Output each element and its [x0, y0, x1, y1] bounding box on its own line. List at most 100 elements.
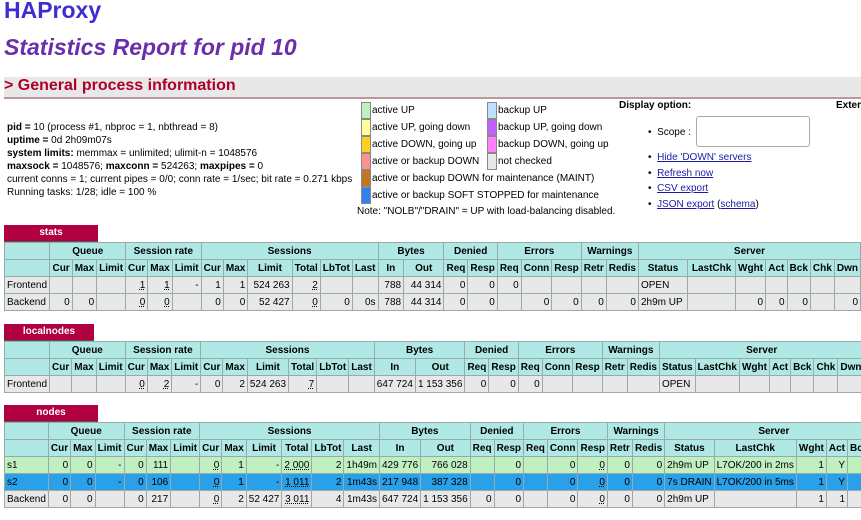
table-cell	[94, 490, 125, 508]
table-cell: 111	[145, 456, 172, 474]
table-cell: 1	[795, 456, 827, 474]
table-cell: -	[94, 456, 125, 474]
table-cell: 429 776	[378, 456, 422, 474]
column-header	[3, 259, 51, 277]
group-header: Sessions	[200, 242, 379, 260]
group-header: Denied	[469, 422, 525, 440]
legend-label: active UP, going down	[372, 122, 471, 133]
column-header: Retr	[580, 259, 607, 277]
table-cell: 0	[631, 473, 666, 491]
column-header-row: Cur Max Limit Cur Max Limit Cur Max Limit Total Lb…	[3, 259, 861, 277]
table-row: Frontend 1 1-1 1 524 263 2 788 44 314 0 0 0 OPEN	[3, 276, 861, 294]
table-cell: 0	[70, 456, 96, 474]
table-cell: 0	[467, 293, 498, 311]
row-label[interactable]: s1	[4, 456, 49, 474]
table-cell	[687, 293, 737, 311]
table-cell: 0	[493, 456, 525, 474]
table-cell: 0	[577, 473, 608, 491]
table-cell: 44 314	[403, 276, 445, 294]
column-header: Limit	[247, 259, 293, 277]
column-header: Dwn	[833, 259, 861, 277]
table-cell: 0	[47, 473, 72, 491]
csv-export-link[interactable]: CSV export	[657, 183, 708, 194]
table-cell	[790, 375, 815, 393]
column-header: Cur	[49, 358, 73, 376]
table-cell: 0	[147, 293, 173, 311]
row-label[interactable]: s2	[4, 473, 49, 491]
column-header: Limit	[245, 439, 283, 457]
column-header: Resp	[488, 358, 519, 376]
row-label[interactable]: Frontend	[3, 276, 51, 294]
table-cell: 0	[605, 293, 639, 311]
haproxy-logo[interactable]: HAProxy	[4, 0, 101, 24]
table-cell: 0	[847, 490, 861, 508]
column-header: Cur	[47, 439, 72, 457]
table-cell	[626, 375, 660, 393]
column-header: Req	[469, 439, 495, 457]
table-cell: 2h9m UP	[664, 490, 715, 508]
table-cell	[351, 276, 379, 294]
group-header: Warnings	[580, 242, 639, 260]
proxy-name-stats[interactable]: stats	[4, 225, 98, 242]
row-label[interactable]: Backend	[3, 293, 51, 311]
group-header: Errors	[496, 242, 582, 260]
proxy-name-nodes[interactable]: nodes	[4, 405, 98, 422]
table-cell: -	[847, 473, 861, 491]
schema-link[interactable]: schema	[720, 199, 755, 210]
table-cell: 1	[222, 276, 249, 294]
table-cell: L7OK/200 in 5ms	[713, 473, 797, 491]
table-cell: 1	[825, 490, 849, 508]
column-header: LbTot	[316, 358, 350, 376]
column-header: Limit	[170, 439, 201, 457]
table-cell	[523, 473, 548, 491]
table-cell: 0	[71, 293, 98, 311]
column-header: Conn	[541, 358, 574, 376]
group-header	[3, 242, 51, 260]
table-cell: 0	[833, 293, 861, 311]
table-cell: 0	[70, 490, 96, 508]
group-header: Session rate	[124, 341, 202, 359]
proxy-table-stats: Queue Session rate Sessions Bytes Denied Erro…	[3, 242, 861, 311]
column-header: Cur	[200, 259, 224, 277]
row-label[interactable]: Frontend	[3, 375, 51, 393]
table-cell	[71, 276, 98, 294]
table-cell: 0	[443, 276, 469, 294]
table-cell: 0	[199, 473, 223, 491]
table-cell: 788	[377, 276, 405, 294]
column-header: LastChk	[713, 439, 797, 457]
table-cell	[809, 276, 835, 294]
table-cell	[319, 276, 353, 294]
column-header: Wght	[738, 358, 770, 376]
table-cell	[833, 276, 861, 294]
scope-input[interactable]	[696, 116, 810, 147]
column-header	[4, 439, 49, 457]
table-cell: -	[245, 456, 283, 474]
table-cell: 0	[493, 490, 525, 508]
json-export-link[interactable]: JSON export	[657, 199, 714, 210]
refresh-option: • Refresh now	[648, 168, 714, 179]
table-cell	[572, 375, 603, 393]
table-cell: 0	[200, 375, 224, 393]
row-label[interactable]: Backend	[4, 490, 49, 508]
column-header: Cur	[49, 259, 73, 277]
proxy-table-nodes: Queue Session rate Sessions Bytes Denied Erro…	[4, 422, 861, 508]
table-cell	[541, 375, 574, 393]
group-header: Server	[637, 242, 861, 260]
hide-down-link[interactable]: Hide 'DOWN' servers	[657, 152, 751, 163]
refresh-link[interactable]: Refresh now	[657, 168, 713, 179]
conns-line: current conns = 1; current pipes = 0/0; …	[7, 174, 353, 185]
column-header: Wght	[795, 439, 827, 457]
table-cell: 0	[546, 456, 579, 474]
column-header: Limit	[96, 259, 127, 277]
table-cell: 647 724	[373, 375, 416, 393]
column-header: LbTot	[311, 439, 345, 457]
table-cell: 2	[222, 375, 248, 393]
table-cell: 2h9m UP	[637, 293, 689, 311]
column-header: LbTot	[319, 259, 353, 277]
table-cell: 1	[795, 490, 827, 508]
table-cell: 0	[493, 473, 525, 491]
group-header	[3, 341, 51, 359]
proxy-name-localnodes[interactable]: localnodes	[4, 324, 94, 341]
table-cell	[96, 293, 127, 311]
table-cell: 1	[200, 276, 224, 294]
